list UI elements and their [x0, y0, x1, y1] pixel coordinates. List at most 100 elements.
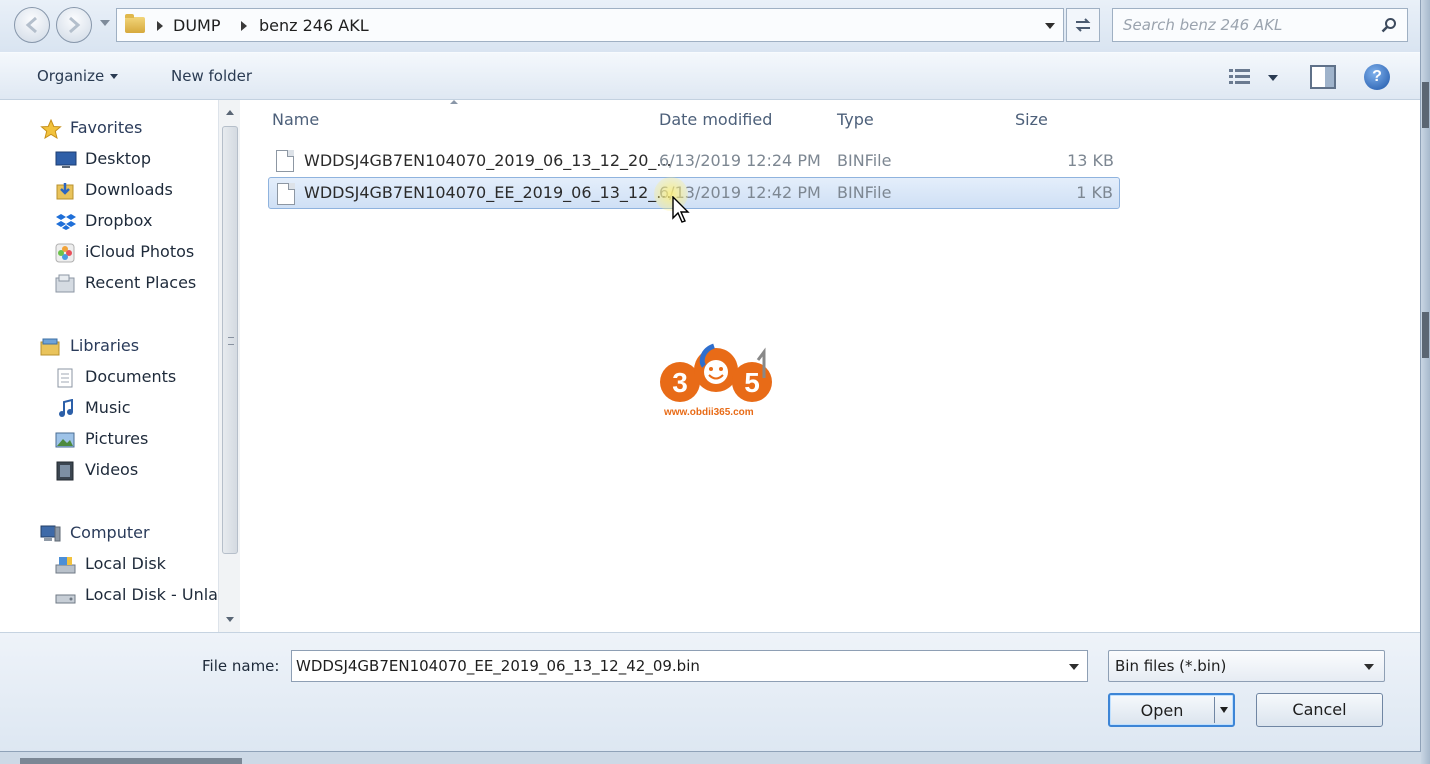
- documents-icon: [57, 368, 73, 388]
- background-taskbar-edge: [0, 752, 1421, 764]
- file-size: 13 KB: [1067, 151, 1114, 170]
- breadcrumb-current-folder[interactable]: benz 246 AKL: [259, 16, 369, 35]
- breadcrumb-separator-icon[interactable]: [241, 21, 247, 31]
- file-name-combo[interactable]: [291, 650, 1088, 682]
- computer-icon: [40, 525, 61, 542]
- new-folder-button[interactable]: New folder: [171, 67, 252, 85]
- nav-item-label: iCloud Photos: [85, 242, 195, 261]
- recent-places-icon: [55, 274, 75, 293]
- videos-icon: [56, 461, 74, 481]
- open-button-label: Open: [1140, 701, 1184, 720]
- sort-ascending-icon: [450, 100, 458, 104]
- nav-favorites-label: Favorites: [70, 118, 143, 137]
- open-split-divider: [1214, 697, 1215, 723]
- navigation-pane-scrollbar[interactable]: [218, 100, 240, 632]
- nav-item-label: Music: [85, 398, 131, 417]
- file-type: BINFile: [837, 183, 892, 202]
- scroll-up-arrow-icon[interactable]: [226, 110, 234, 115]
- back-arrow-icon: [25, 16, 37, 34]
- mouse-pointer-icon: [672, 196, 690, 223]
- file-name-input[interactable]: [296, 654, 1056, 678]
- nav-item-label: Videos: [85, 460, 139, 479]
- search-icon[interactable]: [1381, 17, 1397, 33]
- icloud-photos-icon: [55, 243, 75, 263]
- column-header-date-modified[interactable]: Date modified: [659, 110, 772, 129]
- back-button[interactable]: [14, 7, 50, 43]
- address-history-chevron-down-icon[interactable]: [1045, 23, 1055, 29]
- scrollbar-grip-icon: [228, 337, 234, 345]
- hard-drive-icon: [55, 594, 76, 604]
- column-header-name[interactable]: Name: [272, 110, 319, 129]
- scrollbar-thumb[interactable]: [222, 126, 238, 554]
- folder-icon: [125, 14, 145, 33]
- nav-item-label: Local Disk - Unla: [85, 585, 218, 604]
- file-date: 6/13/2019 12:24 PM: [659, 151, 821, 170]
- column-header-type[interactable]: Type: [837, 110, 874, 129]
- nav-item-label: Dropbox: [85, 211, 153, 230]
- command-bar: Organize New folder ?: [0, 52, 1420, 100]
- cancel-button[interactable]: Cancel: [1256, 693, 1383, 727]
- scroll-down-arrow-icon[interactable]: [226, 617, 234, 622]
- logo-digit-left: 3: [672, 367, 688, 398]
- nav-item-label: Downloads: [85, 180, 173, 199]
- pictures-icon: [55, 432, 75, 448]
- file-row-selected[interactable]: WDDSJ4GB7EN104070_EE_2019_06_13_12_... 6…: [268, 177, 1120, 209]
- downloads-icon: [56, 183, 74, 200]
- open-button[interactable]: Open: [1108, 693, 1235, 727]
- view-options-chevron-down-icon[interactable]: [1268, 75, 1278, 81]
- libraries-icon: [40, 338, 60, 356]
- recent-pages-chevron-icon[interactable]: [100, 20, 110, 26]
- star-icon: [40, 119, 62, 139]
- breadcrumb-dump[interactable]: DUMP: [173, 16, 220, 35]
- file-icon: [276, 150, 294, 172]
- dropbox-icon: [56, 214, 76, 230]
- open-file-dialog: DUMP benz 246 AKL Search benz 246 AKL Or…: [0, 0, 1421, 752]
- file-name: WDDSJ4GB7EN104070_2019_06_13_12_20_...: [304, 151, 672, 170]
- view-details-icon[interactable]: [1228, 67, 1252, 87]
- file-type-value: Bin files (*.bin): [1115, 657, 1227, 675]
- forward-arrow-icon: [69, 16, 81, 34]
- address-bar[interactable]: DUMP benz 246 AKL: [116, 8, 1064, 42]
- file-row[interactable]: WDDSJ4GB7EN104070_2019_06_13_12_20_... 6…: [268, 145, 1120, 177]
- search-placeholder: Search benz 246 AKL: [1123, 16, 1283, 34]
- nav-item-label: Desktop: [85, 149, 151, 168]
- file-size: 1 KB: [1076, 183, 1113, 202]
- column-header-size[interactable]: Size: [1015, 110, 1048, 129]
- background-window-edge: [1421, 0, 1430, 764]
- file-name: WDDSJ4GB7EN104070_EE_2019_06_13_12_...: [304, 183, 672, 202]
- background-window-mark: [1422, 82, 1429, 128]
- background-taskbar-mark: [20, 758, 242, 764]
- dialog-footer: File name: Bin files (*.bin) Open Cancel: [0, 632, 1420, 751]
- file-name-label: File name:: [202, 657, 280, 675]
- nav-item-label: Local Disk: [85, 554, 166, 573]
- nav-item-label: Pictures: [85, 429, 149, 448]
- chevron-down-icon: [110, 74, 119, 79]
- forward-button[interactable]: [56, 7, 92, 43]
- refresh-button[interactable]: [1066, 8, 1100, 42]
- nav-computer-label: Computer: [70, 523, 150, 542]
- breadcrumb-separator-icon[interactable]: [157, 21, 163, 31]
- watermark-url: www.obdii365.com: [664, 407, 754, 418]
- refresh-icon: [1075, 18, 1091, 32]
- music-icon: [59, 399, 73, 417]
- preview-pane-icon[interactable]: [1310, 65, 1336, 89]
- file-list: Name Date modified Type Size WDDSJ4GB7EN…: [242, 100, 1420, 632]
- nav-item-label: Documents: [85, 367, 177, 386]
- file-type-select[interactable]: Bin files (*.bin): [1108, 650, 1385, 682]
- help-icon[interactable]: ?: [1364, 64, 1390, 90]
- nav-item-label: Recent Places: [85, 273, 197, 292]
- open-options-chevron-down-icon[interactable]: [1220, 707, 1228, 713]
- search-input[interactable]: Search benz 246 AKL: [1112, 8, 1408, 42]
- desktop-icon: [55, 151, 77, 168]
- file-icon: [277, 183, 295, 205]
- logo-digit-right: 5: [744, 367, 760, 398]
- organize-button[interactable]: Organize: [37, 67, 119, 85]
- organize-label: Organize: [37, 67, 105, 85]
- file-type: BINFile: [837, 151, 892, 170]
- file-name-chevron-down-icon[interactable]: [1069, 664, 1079, 670]
- local-disk-icon: [55, 557, 76, 574]
- file-type-chevron-down-icon: [1364, 664, 1374, 670]
- address-row: DUMP benz 246 AKL Search benz 246 AKL: [0, 0, 1420, 52]
- nav-libraries-label: Libraries: [70, 336, 140, 355]
- background-window-mark: [1422, 312, 1429, 358]
